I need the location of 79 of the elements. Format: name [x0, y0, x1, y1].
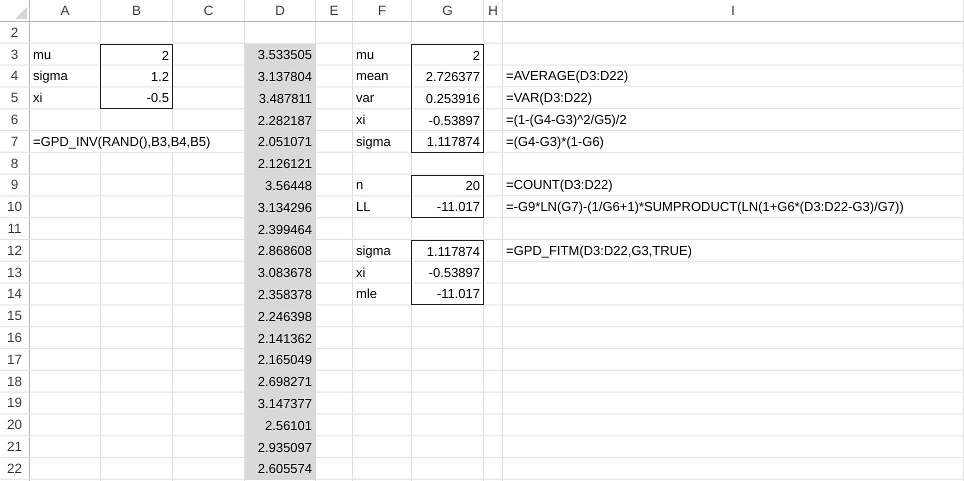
column-header[interactable]: A: [30, 0, 100, 21]
row-header[interactable]: 22: [0, 458, 29, 479]
row-header[interactable]: 20: [0, 414, 29, 436]
table-cell: -11.017: [411, 284, 484, 306]
table-cell: 2: [100, 44, 173, 66]
table-cell: 3.137804: [245, 66, 316, 88]
row-header[interactable]: 12: [0, 240, 29, 261]
table-cell: 2: [411, 44, 484, 66]
column-header[interactable]: I: [503, 0, 963, 21]
table-cell: -0.5: [100, 87, 173, 110]
table-cell: 2.358378: [245, 284, 316, 306]
column-header[interactable]: F: [353, 0, 411, 21]
table-cell: =(1-(G4-G3)^2/G5)/2: [503, 109, 963, 130]
table-cell: 1.117874: [411, 130, 484, 153]
select-all-icon[interactable]: [15, 7, 27, 19]
table-cell: 3.134296: [245, 196, 316, 218]
table-cell: 2.282187: [245, 109, 316, 131]
table-cell: 3.487811: [245, 87, 316, 110]
table-cell-text: sigma: [355, 132, 392, 151]
table-cell: 2.165049: [245, 348, 316, 371]
table-cell-text: var: [355, 89, 376, 108]
table-cell: 20: [411, 174, 484, 196]
column-header[interactable]: H: [484, 0, 502, 21]
row-header[interactable]: 8: [0, 152, 29, 174]
table-cell: 2.246398: [245, 305, 316, 328]
table-cell: 2.051071: [245, 130, 316, 153]
table-cell: -0.53897: [411, 109, 484, 131]
column-header[interactable]: D: [245, 0, 315, 21]
table-cell-text: mu: [32, 46, 52, 64]
table-cell: 2.726377: [411, 66, 484, 88]
row-header[interactable]: 2: [0, 22, 29, 43]
table-cell: 3.56448: [245, 174, 316, 196]
table-cell-text: mean: [355, 67, 390, 86]
table-cell: -11.017: [411, 196, 484, 218]
column-header[interactable]: E: [316, 0, 352, 21]
table-cell: 2.399464: [245, 218, 316, 240]
row-header[interactable]: 13: [0, 262, 29, 283]
table-cell: 2.605574: [245, 458, 316, 480]
row-header[interactable]: 6: [0, 109, 29, 130]
table-cell-text: mu: [355, 46, 376, 64]
column-header[interactable]: B: [101, 0, 172, 21]
table-cell-text: sigma: [355, 242, 392, 260]
row-header[interactable]: 18: [0, 370, 29, 392]
table-cell-text: n: [355, 176, 364, 194]
table-cell: =GPD_INV(RAND(),B3,B4,B5): [30, 130, 244, 152]
table-cell-text: mle: [355, 285, 378, 304]
table-cell: 2.868608: [245, 240, 316, 262]
table-cell-text: xi: [32, 89, 44, 108]
row-header[interactable]: 5: [0, 87, 29, 108]
table-cell-text: xi: [355, 264, 366, 282]
row-header[interactable]: 7: [0, 130, 29, 152]
table-cell: 3.083678: [245, 262, 316, 284]
row-header[interactable]: 15: [0, 305, 29, 326]
table-cell: 2.698271: [245, 370, 316, 393]
table-cell: 2.126121: [245, 152, 316, 175]
row-header[interactable]: 10: [0, 196, 29, 218]
row-header[interactable]: 16: [0, 327, 29, 348]
row-header[interactable]: 9: [0, 174, 29, 196]
table-cell: 3.533505: [245, 44, 316, 66]
table-cell: -0.53897: [411, 262, 484, 284]
row-header[interactable]: 17: [0, 348, 29, 370]
table-cell: 1.2: [100, 66, 173, 88]
table-cell-text: sigma: [32, 67, 69, 86]
row-header[interactable]: 3: [0, 44, 29, 65]
row-header[interactable]: 14: [0, 284, 29, 304]
table-cell: 2.141362: [245, 327, 316, 349]
table-cell: 1.117874: [411, 240, 484, 262]
table-cell-text: LL: [355, 198, 372, 216]
table-cell: 2.56101: [245, 414, 316, 436]
row-header[interactable]: 21: [0, 436, 29, 457]
table-cell: 0.253916: [411, 87, 484, 110]
table-cell: 2.935097: [245, 436, 316, 458]
row-header[interactable]: 19: [0, 392, 29, 414]
table-cell: 3.147377: [245, 392, 316, 414]
column-header[interactable]: C: [173, 0, 244, 21]
table-cell-text: xi: [355, 111, 366, 130]
row-header[interactable]: 4: [0, 66, 29, 86]
column-header[interactable]: G: [412, 0, 483, 21]
row-header[interactable]: 11: [0, 218, 29, 239]
